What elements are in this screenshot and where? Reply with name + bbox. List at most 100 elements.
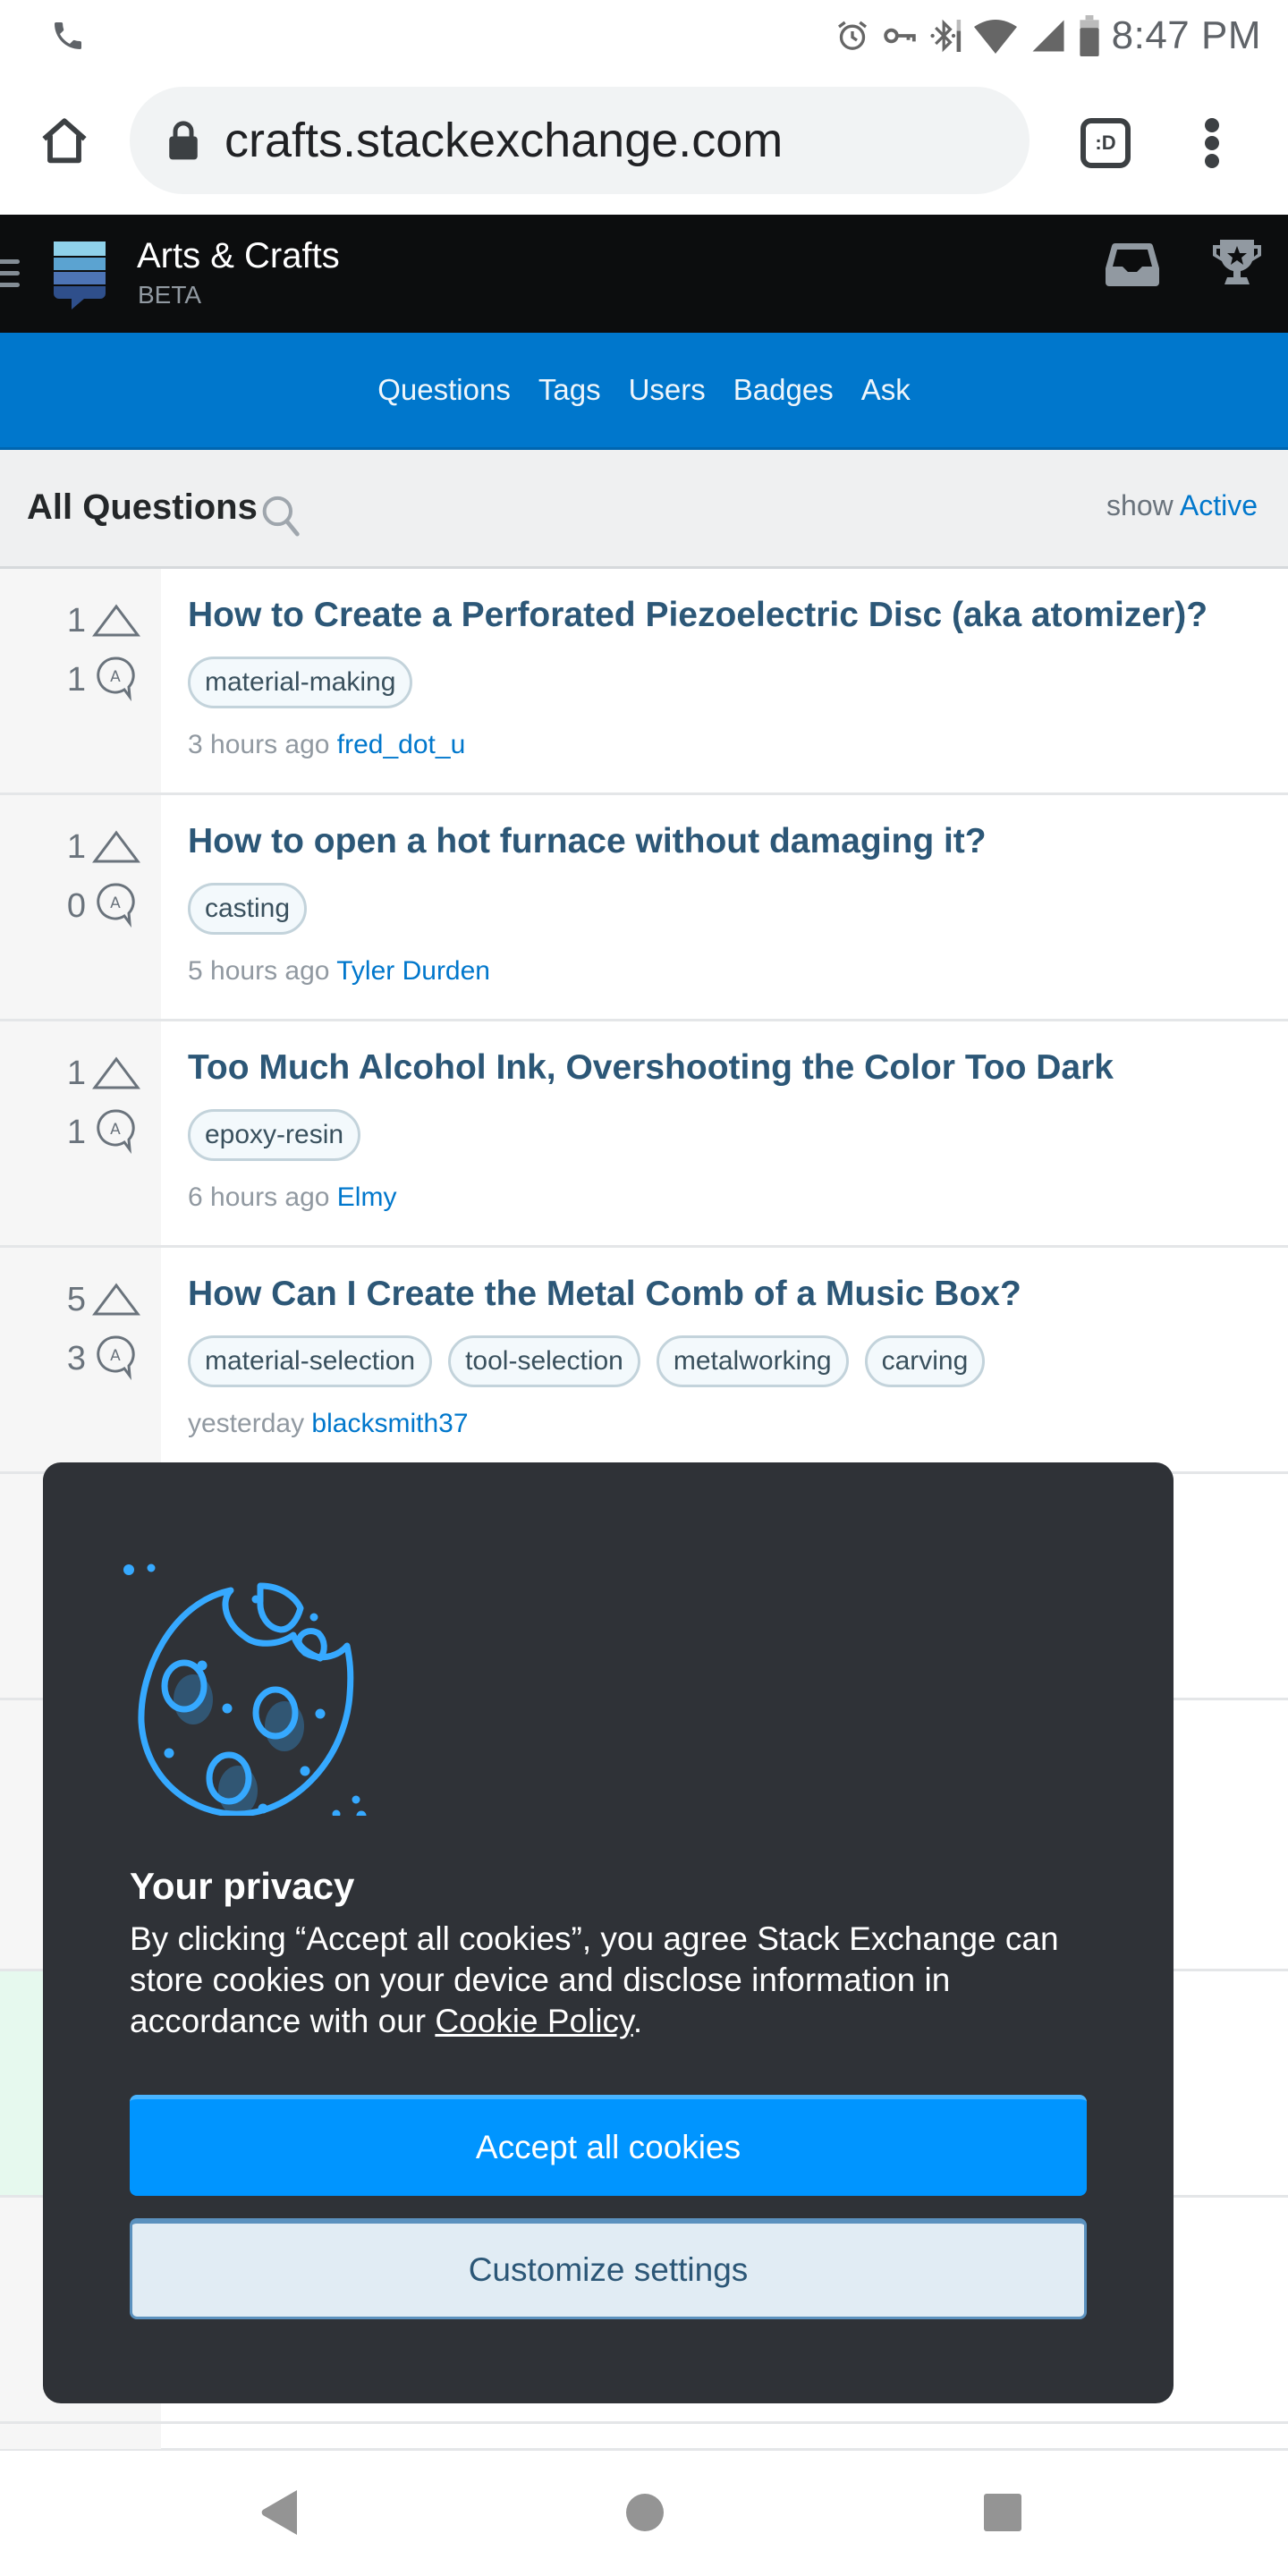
cookie-policy-link[interactable]: Cookie Policy [435,2003,632,2039]
question-row[interactable]: 1 1A Too Much Alcohol Ink, Overshooting … [0,1021,1288,1248]
sort-selector[interactable]: show Active [1106,489,1258,522]
question-title-link[interactable]: How to open a hot furnace without damagi… [188,822,987,861]
vpn-key-icon [883,28,916,44]
answer-count: 1A [63,655,138,705]
question-meta: 5 hours ago Tyler Durden [188,956,490,987]
hamburger-icon[interactable] [0,258,21,290]
vote-number: 1 [66,1054,86,1092]
question-row[interactable]: 5 3A How Can I Create the Metal Comb of … [0,1248,1288,1474]
tag[interactable]: epoxy-resin [188,1109,361,1161]
nav-questions[interactable]: Questions [377,373,511,407]
answer-number: 1 [66,1113,86,1151]
user-link[interactable]: fred_dot_u [337,730,465,759]
beta-label: BETA [138,281,202,309]
question-stats [0,2424,161,2449]
answer-number: 3 [66,1339,86,1377]
post-time: 5 hours ago [188,956,330,986]
question-row[interactable]: 1 1A How to Create a Perforated Piezoele… [0,569,1288,795]
status-bar: 8:47 PM [0,0,1288,73]
svg-text:A: A [110,1347,121,1365]
home-circle-icon[interactable] [624,2492,665,2533]
clock: 8:47 PM [1111,13,1261,57]
vote-count: 1 [63,599,141,642]
svg-text:A: A [110,1121,121,1139]
question-row-obscured [0,2424,1288,2451]
overflow-menu-icon[interactable] [1199,116,1225,170]
tag[interactable]: carving [864,1335,986,1387]
cookie-icon [123,1563,367,1816]
customize-settings-button[interactable]: Customize settings [130,2218,1087,2319]
vote-count: 1 [63,826,141,869]
tag[interactable]: casting [188,883,308,935]
question-title-link[interactable]: Too Much Alcohol Ink, Overshooting the C… [188,1048,1114,1088]
answer-bubble-icon: A [97,1335,135,1381]
back-icon[interactable] [259,2488,301,2537]
bluetooth-icon [930,19,961,53]
tag[interactable]: material-selection [188,1335,433,1387]
answer-number: 0 [66,886,86,925]
nav-ask[interactable]: Ask [861,373,911,407]
questions-header: All Questions show Active [0,450,1288,569]
battery-icon [1080,15,1099,56]
post-time: 6 hours ago [188,1182,330,1212]
upvote-triangle-icon [92,1283,140,1316]
site-logo[interactable] [52,242,107,309]
dialog-heading: Your privacy [130,1865,355,1907]
tab-switcher-icon: :D [1095,131,1116,154]
lock-icon [169,121,198,160]
page-title: All Questions [27,487,258,527]
answer-count: 0A [63,881,138,931]
answer-number: 1 [66,660,86,699]
vote-count: 5 [63,1278,141,1321]
nav-tags[interactable]: Tags [538,373,601,407]
question-meta: yesterday blacksmith37 [188,1409,469,1439]
url-text[interactable]: crafts.stackexchange.com [225,113,783,168]
answer-bubble-icon: A [97,883,135,928]
answer-count: 1A [63,1107,138,1157]
search-icon[interactable] [261,495,301,538]
user-link[interactable]: blacksmith37 [311,1409,468,1438]
upvote-triangle-icon [92,830,140,863]
sort-label: show [1106,489,1174,521]
question-title-link[interactable]: How to Create a Perforated Piezoelectric… [188,596,1208,635]
vote-number: 1 [66,827,86,866]
post-time: yesterday [188,1409,305,1438]
upvote-triangle-icon [92,604,140,637]
svg-text:A: A [110,668,121,686]
tag[interactable]: tool-selection [448,1335,640,1387]
answer-count: 3A [63,1334,138,1384]
user-link[interactable]: Tyler Durden [336,956,490,986]
tag-list: material-making [188,657,413,708]
achievements-trophy-icon[interactable] [1211,240,1263,286]
site-header: Arts & Crafts BETA [0,215,1288,333]
main-nav: Questions Tags Users Badges Ask [0,333,1288,450]
nav-users[interactable]: Users [629,373,706,407]
cookie-consent-dialog: Your privacy By clicking “Accept all coo… [43,1462,1174,2403]
wifi-icon [973,20,1017,54]
recents-icon[interactable] [982,2492,1023,2533]
upvote-triangle-icon [92,1056,140,1089]
vote-number: 1 [66,601,86,640]
home-icon[interactable] [36,113,93,170]
tab-switcher-button[interactable]: :D [1080,118,1131,168]
vote-count: 1 [63,1052,141,1095]
question-title-link[interactable]: How Can I Create the Metal Comb of a Mus… [188,1275,1021,1314]
question-row[interactable]: 1 0A How to open a hot furnace without d… [0,795,1288,1021]
alarm-icon [837,21,867,50]
user-link[interactable]: Elmy [337,1182,397,1212]
address-bar[interactable]: crafts.stackexchange.com [130,87,1030,194]
android-navigation-bar [0,2453,1288,2576]
tag[interactable]: metalworking [656,1335,849,1387]
question-meta: 3 hours ago fred_dot_u [188,730,465,760]
browser-toolbar: crafts.stackexchange.com :D [0,73,1288,215]
tag[interactable]: material-making [188,657,413,708]
tag-list: casting [188,883,308,935]
post-time: 3 hours ago [188,730,330,759]
accept-all-cookies-button[interactable]: Accept all cookies [130,2095,1087,2196]
nav-badges[interactable]: Badges [733,373,834,407]
tag-list: epoxy-resin [188,1109,361,1161]
sort-value-link[interactable]: Active [1180,489,1258,521]
inbox-icon[interactable] [1105,242,1160,286]
svg-text:A: A [110,894,121,912]
site-title[interactable]: Arts & Crafts [137,236,340,276]
